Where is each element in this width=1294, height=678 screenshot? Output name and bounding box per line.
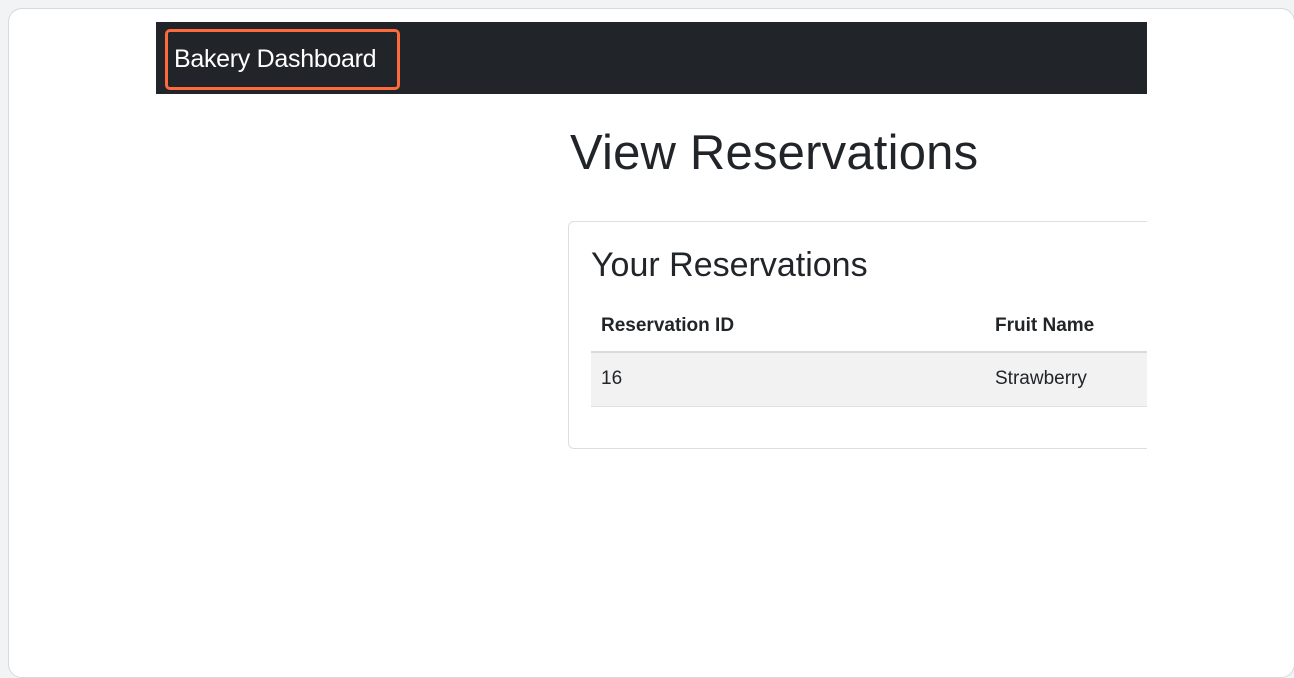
column-header-reservation-id: Reservation ID — [591, 300, 985, 353]
table-body: 16 Strawberry — [591, 352, 1147, 407]
navbar-brand-link[interactable]: Bakery Dashboard — [165, 29, 400, 90]
cell-fruit-name: Strawberry — [985, 352, 1147, 407]
table-header-row: Reservation ID Fruit Name — [591, 300, 1147, 353]
page-title: View Reservations — [570, 126, 979, 180]
navbar: Bakery Dashboard — [156, 22, 1147, 94]
browser-viewport: Bakery Dashboard View Reservations Your … — [156, 22, 1147, 677]
card-title: Your Reservations — [591, 246, 868, 284]
table-header: Reservation ID Fruit Name — [591, 300, 1147, 353]
reservations-card: Your Reservations Reservation ID Fruit N… — [568, 221, 1147, 449]
cell-reservation-id: 16 — [591, 352, 985, 407]
column-header-fruit-name: Fruit Name — [985, 300, 1147, 353]
screenshot-frame: Bakery Dashboard View Reservations Your … — [8, 8, 1294, 678]
reservations-table: Reservation ID Fruit Name 16 Strawberry — [591, 300, 1147, 407]
table-row: 16 Strawberry — [591, 352, 1147, 407]
